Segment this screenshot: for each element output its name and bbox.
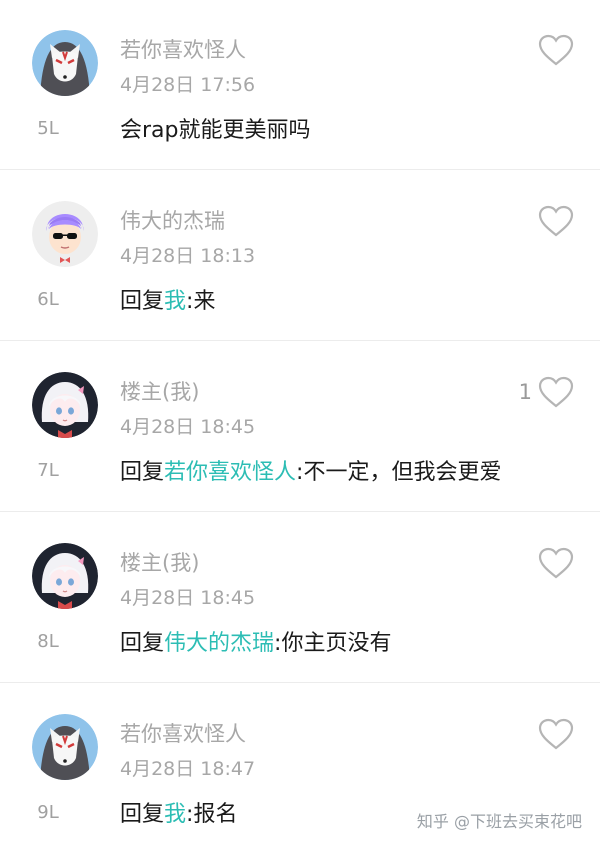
floor-number: 7L <box>37 460 59 481</box>
comment-text: 会rap就能更美丽吗 <box>120 118 311 143</box>
like-count: 1 <box>518 380 532 404</box>
reply-prefix: 回复 <box>120 460 165 485</box>
comment-username[interactable]: 楼主(我) <box>120 547 199 577</box>
floor-number: 8L <box>37 631 59 652</box>
like-button[interactable] <box>532 714 574 754</box>
comment-time: 4月28日 18:45 <box>120 587 256 609</box>
mention-link[interactable]: 我 <box>164 802 186 827</box>
comment-content: 回复我:报名 <box>120 796 237 828</box>
like-button[interactable]: 1 <box>519 372 574 412</box>
mention-link[interactable]: 若你喜欢怪人 <box>164 460 296 485</box>
heart-outline-icon[interactable] <box>538 34 574 66</box>
comment-username[interactable]: 伟大的杰瑞 <box>120 205 225 235</box>
white-hair-girl-avatar[interactable] <box>32 543 98 609</box>
comment-item: 楼主(我) 4月28日 18:45 8L 回复伟大的杰瑞:你主页没有 <box>0 513 600 683</box>
comment-time: 4月28日 18:13 <box>120 245 256 267</box>
comment-content: 回复我:来 <box>120 283 215 315</box>
heart-outline-icon[interactable] <box>538 205 574 237</box>
comment-item: 伟大的杰瑞 4月28日 18:13 6L 回复我:来 <box>0 171 600 341</box>
floor-number: 6L <box>37 289 59 310</box>
comment-username[interactable]: 若你喜欢怪人 <box>120 34 246 64</box>
comment-text: 你主页没有 <box>281 631 392 656</box>
reply-prefix: 回复 <box>120 802 165 827</box>
fox-mask-avatar[interactable] <box>32 30 98 96</box>
comment-content: 会rap就能更美丽吗 <box>120 112 311 144</box>
mention-link[interactable]: 我 <box>164 289 186 314</box>
comment-item: 若你喜欢怪人 4月28日 17:56 5L 会rap就能更美丽吗 <box>0 0 600 170</box>
like-button[interactable] <box>532 30 574 70</box>
heart-outline-icon[interactable] <box>538 547 574 579</box>
reply-prefix: 回复 <box>120 289 165 314</box>
white-hair-girl-avatar[interactable] <box>32 372 98 438</box>
comment-time: 4月28日 18:45 <box>120 416 256 438</box>
floor-number: 9L <box>37 802 59 823</box>
watermark-text: 知乎 @下班去买束花吧 <box>416 812 582 831</box>
sunglasses-boy-avatar[interactable] <box>32 201 98 267</box>
comment-username[interactable]: 若你喜欢怪人 <box>120 718 246 748</box>
heart-outline-icon[interactable] <box>538 718 574 750</box>
like-button[interactable] <box>532 201 574 241</box>
floor-number: 5L <box>37 118 59 139</box>
comment-time: 4月28日 18:47 <box>120 758 256 780</box>
comment-time: 4月28日 17:56 <box>120 74 256 96</box>
comment-text: 不一定，但我会更爱 <box>303 460 502 485</box>
comment-username[interactable]: 楼主(我) <box>120 376 199 406</box>
fox-mask-avatar[interactable] <box>32 714 98 780</box>
comment-content: 回复若你喜欢怪人:不一定，但我会更爱 <box>120 454 501 486</box>
mention-link[interactable]: 伟大的杰瑞 <box>164 631 274 656</box>
comment-text: 报名 <box>193 802 238 827</box>
heart-outline-icon[interactable] <box>538 376 574 408</box>
comment-text: 来 <box>193 289 216 314</box>
comment-content: 回复伟大的杰瑞:你主页没有 <box>120 625 391 657</box>
comment-item: 楼主(我) 4月28日 18:45 7L 回复若你喜欢怪人:不一定，但我会更爱 … <box>0 342 600 512</box>
reply-prefix: 回复 <box>120 631 165 656</box>
like-button[interactable] <box>532 543 574 583</box>
